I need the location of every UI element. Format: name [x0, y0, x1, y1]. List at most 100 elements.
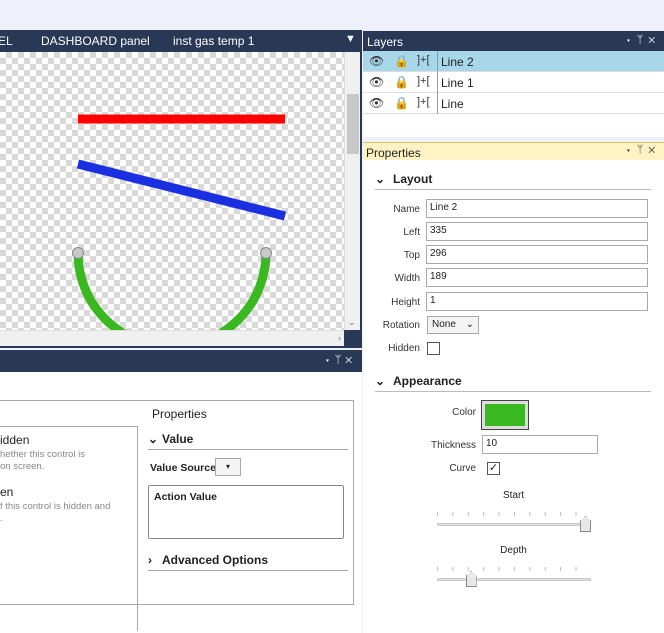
- eye-icon[interactable]: 👁: [369, 96, 384, 110]
- advanced-options-heading: Advanced Options: [162, 553, 269, 567]
- value-source-dropdown[interactable]: ▾: [215, 458, 241, 476]
- close-icon: ✕: [648, 34, 660, 46]
- bring-front-icon[interactable]: ]+[: [417, 54, 430, 66]
- close-icon: ✕: [648, 144, 660, 156]
- canvas-drawing: [72, 114, 287, 330]
- properties-panel: ⌄ Layout Name Line 2 Left 335 Top 296 Wid…: [363, 160, 664, 633]
- property-help-list: idden hether this control is on screen. …: [0, 426, 138, 631]
- bottom-panel-controls[interactable]: ▾ᛘ✕: [324, 354, 356, 366]
- action-value-label: Action Value: [154, 491, 218, 503]
- color-picker-button[interactable]: [481, 400, 529, 430]
- chevron-down-icon: ⌄: [148, 432, 159, 446]
- height-field[interactable]: 1: [426, 292, 648, 311]
- lock-icon[interactable]: 🔒: [394, 96, 409, 110]
- properties-panel-controls[interactable]: ▾ᛘ✕: [625, 144, 660, 156]
- start-slider-track[interactable]: [437, 523, 591, 526]
- blue-line[interactable]: [76, 159, 287, 221]
- design-canvas-area: ⌄ ›: [0, 52, 362, 348]
- layout-section-header[interactable]: ⌄ Layout: [375, 172, 651, 190]
- thickness-field[interactable]: 10: [482, 435, 598, 454]
- left-field[interactable]: 335: [426, 222, 648, 241]
- bottom-panel: Properties idden hether this control is …: [0, 372, 362, 633]
- scroll-right-icon[interactable]: ›: [338, 333, 341, 343]
- canvas-horizontal-scrollbar[interactable]: ›: [0, 330, 344, 346]
- layers-panel-controls[interactable]: ▾ᛘ✕: [625, 34, 660, 46]
- layer-name: Line: [441, 97, 464, 111]
- name-label: Name: [393, 204, 420, 215]
- help-item-title: en: [0, 485, 14, 499]
- action-value-box[interactable]: Action Value: [148, 485, 344, 539]
- layer-row-line-2[interactable]: 👁 🔒 ]+[ Line 2: [363, 51, 664, 72]
- name-field[interactable]: Line 2: [426, 199, 648, 218]
- color-swatch-fill: [485, 404, 525, 426]
- chevron-right-icon: ›: [148, 553, 152, 567]
- tab-inst-gas-temp-1[interactable]: inst gas temp 1: [173, 34, 254, 48]
- close-icon: ✕: [345, 354, 356, 366]
- rotation-label: Rotation: [382, 320, 420, 331]
- hidden-checkbox[interactable]: [427, 342, 440, 355]
- vertical-scroll-thumb[interactable]: [347, 94, 359, 154]
- help-item-desc: f this control is hidden and .: [0, 501, 111, 524]
- start-slider-thumb[interactable]: [580, 516, 591, 532]
- layer-name: Line 1: [441, 76, 474, 90]
- chevron-down-icon: ⌄: [375, 172, 386, 186]
- properties-titlebar: Properties ▾ᛘ✕: [363, 142, 664, 160]
- value-source-label: Value Source: [150, 462, 216, 474]
- pin-icon: ᛘ: [636, 144, 649, 156]
- curve-end-handle[interactable]: [260, 247, 272, 259]
- value-section-header[interactable]: ⌄ Value: [148, 432, 348, 450]
- depth-label: Depth: [500, 545, 527, 556]
- scroll-down-icon[interactable]: ⌄: [348, 317, 356, 328]
- lock-icon[interactable]: 🔒: [394, 75, 409, 89]
- depth-slider-track[interactable]: [437, 578, 591, 581]
- top-label: Top: [403, 250, 420, 261]
- layer-row-line-1[interactable]: 👁 🔒 ]+[ Line 1: [363, 72, 664, 93]
- eye-icon[interactable]: 👁: [369, 54, 384, 68]
- document-tab-strip: EL DASHBOARD panel inst gas temp 1 ▼: [0, 30, 362, 52]
- lock-icon[interactable]: 🔒: [394, 54, 409, 68]
- height-label: Height: [391, 297, 420, 308]
- help-item-title: idden: [0, 433, 30, 447]
- pin-icon: ᛘ: [334, 354, 346, 366]
- properties-title: Properties: [366, 146, 421, 160]
- layers-titlebar: Layers ▾ᛘ✕: [363, 31, 664, 51]
- rotation-value: None: [432, 319, 456, 330]
- width-field[interactable]: 189: [426, 268, 648, 287]
- hidden-label: Hidden: [388, 343, 420, 354]
- appearance-heading: Appearance: [393, 374, 462, 388]
- left-label: Left: [403, 227, 420, 238]
- advanced-options-header[interactable]: › Advanced Options: [148, 553, 348, 571]
- curve-checkbox[interactable]: ✓: [487, 462, 500, 475]
- title-area: [0, 0, 664, 30]
- rotation-dropdown[interactable]: None ⌄: [427, 316, 479, 334]
- appearance-section-header[interactable]: ⌄ Appearance: [375, 374, 651, 392]
- bring-front-icon[interactable]: ]+[: [417, 96, 430, 108]
- bring-front-icon[interactable]: ]+[: [417, 75, 430, 87]
- color-label: Color: [452, 407, 476, 418]
- layer-name: Line 2: [441, 55, 474, 69]
- eye-icon[interactable]: 👁: [369, 75, 384, 89]
- value-heading: Value: [162, 432, 194, 446]
- layers-list: 👁 🔒 ]+[ Line 2 👁 🔒 ]+[ Line 1 👁 🔒 ]+[ Li…: [363, 51, 664, 137]
- design-canvas[interactable]: [0, 52, 344, 330]
- green-curve[interactable]: [73, 252, 271, 330]
- curve-start-handle[interactable]: [72, 247, 84, 259]
- chevron-down-icon: ⌄: [465, 319, 474, 330]
- chevron-down-icon: ⌄: [375, 374, 386, 388]
- bottom-properties-title: Properties: [152, 407, 207, 421]
- width-label: Width: [394, 273, 420, 284]
- layer-row-line[interactable]: 👁 🔒 ]+[ Line: [363, 93, 664, 114]
- start-label: Start: [502, 490, 525, 501]
- chevron-down-icon: ▾: [225, 462, 230, 471]
- help-item-desc: hether this control is on screen.: [0, 449, 86, 472]
- tab-el[interactable]: EL: [0, 34, 13, 48]
- tab-list-dropdown-icon[interactable]: ▼: [345, 33, 356, 45]
- layout-heading: Layout: [393, 172, 433, 186]
- layers-title: Layers: [367, 35, 404, 49]
- canvas-vertical-scrollbar[interactable]: ⌄: [344, 52, 360, 330]
- depth-slider-thumb[interactable]: [465, 571, 477, 587]
- pin-icon: ᛘ: [636, 34, 649, 46]
- curve-label: Curve: [449, 463, 476, 474]
- tab-dashboard-panel[interactable]: DASHBOARD panel: [41, 34, 150, 48]
- top-field[interactable]: 296: [426, 245, 648, 264]
